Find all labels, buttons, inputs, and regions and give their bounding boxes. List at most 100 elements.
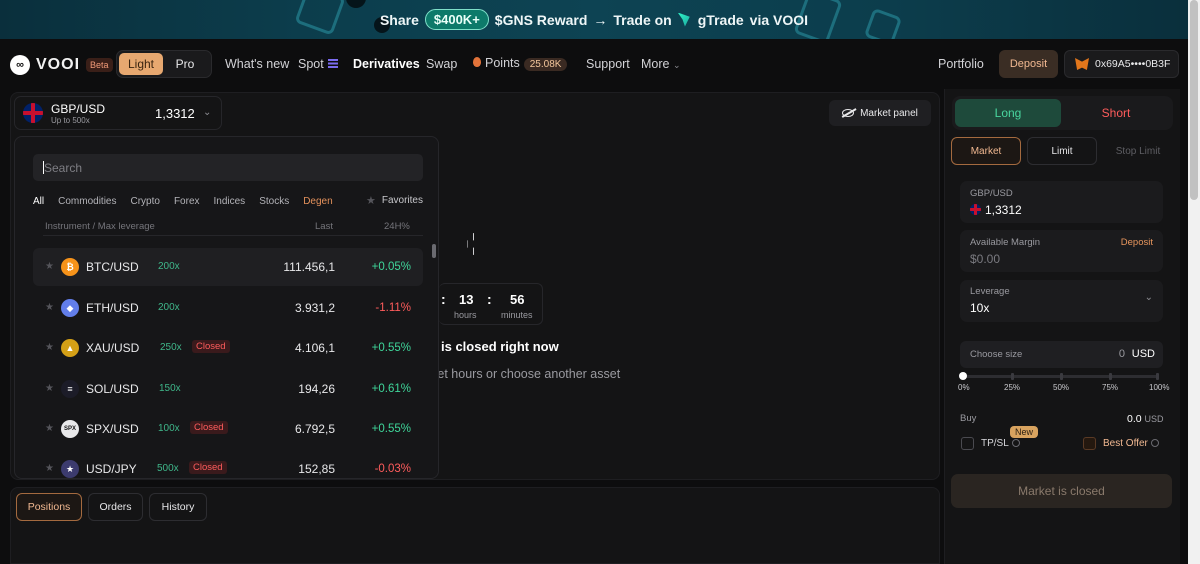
favorite-star-icon[interactable]: ★	[45, 423, 54, 434]
leverage-value: 10x	[970, 301, 990, 315]
margin-deposit-link[interactable]: Deposit	[1121, 237, 1153, 248]
tpsl-option[interactable]: TP/SL	[981, 438, 1020, 449]
tpsl-checkbox[interactable]	[961, 437, 974, 450]
gold-icon: ▲	[61, 339, 79, 357]
pair-subtitle: Up to 500x	[51, 115, 90, 125]
instrument-symbol: ETH/USD	[86, 301, 139, 315]
mode-light-button[interactable]: Light	[119, 53, 163, 75]
slider-handle[interactable]	[959, 372, 967, 380]
nav-points[interactable]: Points 25.08K	[473, 56, 568, 71]
mode-pro-button[interactable]: Pro	[163, 53, 207, 75]
long-button[interactable]: Long	[955, 99, 1061, 127]
market-closed-subtitle: rket hours or choose another asset	[427, 367, 621, 381]
nav-more[interactable]: More ⌄	[641, 57, 681, 71]
header-instrument: Instrument / Max leverage	[45, 221, 155, 232]
market-panel-button[interactable]: Market panel	[829, 100, 931, 126]
banner-share: Share	[379, 11, 419, 28]
best-offer-option[interactable]: Best Offer	[1103, 438, 1159, 449]
filter-stocks[interactable]: Stocks	[259, 196, 289, 207]
leverage-select[interactable]: Leverage 10x ⌄	[960, 280, 1163, 322]
nav-whats-new[interactable]: What's new	[225, 57, 289, 71]
order-type-stop-limit[interactable]: Stop Limit	[1103, 137, 1173, 165]
tab-positions[interactable]: Positions	[16, 493, 82, 521]
pair-info-price-value: 1,3312	[985, 203, 1022, 217]
wallet-button[interactable]: 0x69A5••••0B3F	[1064, 50, 1179, 78]
slider-tick	[1156, 373, 1159, 380]
chevron-down-icon: ⌄	[672, 60, 681, 70]
slider-label-100[interactable]: 100%	[1149, 383, 1169, 392]
short-button[interactable]: Short	[1062, 99, 1170, 127]
instrument-last: 111.456,1	[283, 260, 335, 274]
favorite-star-icon[interactable]: ★	[45, 342, 54, 353]
nav-portfolio[interactable]: Portfolio	[938, 57, 984, 71]
tab-history[interactable]: History	[149, 493, 207, 521]
brand-logo[interactable]: ∞ VOOI Beta	[10, 55, 113, 75]
closed-badge: Closed	[189, 461, 227, 474]
filter-indices[interactable]: Indices	[214, 196, 246, 207]
solana-icon: ≡	[61, 380, 79, 398]
slider-label-75[interactable]: 75%	[1102, 383, 1118, 392]
nav-derivatives[interactable]: Derivatives	[353, 57, 420, 71]
instrument-leverage: 200x	[158, 261, 180, 272]
search-field[interactable]	[33, 154, 423, 181]
favorite-star-icon[interactable]: ★	[45, 383, 54, 394]
nav-support[interactable]: Support	[586, 57, 630, 71]
filter-favorites[interactable]: ★ Favorites	[366, 194, 423, 207]
size-slider[interactable]	[959, 372, 1159, 380]
instrument-row[interactable]: ★ ▲ XAU/USD 250x Closed 4.106,1 +0.55%	[33, 329, 423, 367]
favorite-star-icon[interactable]: ★	[45, 463, 54, 474]
instrument-row[interactable]: ★ ≡ SOL/USD 150x 194,26 +0.61%	[33, 370, 423, 408]
instrument-row[interactable]: ★ ★ USD/JPY 500x Closed 152,85 -0.03%	[33, 450, 423, 478]
countdown-hours: 13	[459, 292, 474, 307]
scrollbar-thumb[interactable]	[1190, 0, 1198, 200]
instrument-row[interactable]: ★ ₿ BTC/USD 200x 111.456,1 +0.05%	[33, 248, 423, 286]
filter-degen[interactable]: Degen	[303, 196, 332, 207]
filter-forex[interactable]: Forex	[174, 196, 200, 207]
bitcoin-icon: ₿	[61, 258, 79, 276]
pair-info-price: 1,3312	[970, 203, 1022, 217]
pair-price: 1,3312	[155, 106, 195, 121]
closed-badge: Closed	[190, 421, 228, 434]
flame-icon	[473, 57, 481, 67]
instrument-row[interactable]: ★ ◆ ETH/USD 200x 3.931,2 -1.11%	[33, 289, 423, 327]
filter-all[interactable]: All	[33, 196, 44, 207]
pair-selector[interactable]: GBP/USD Up to 500x 1,3312 ⌄	[14, 96, 222, 130]
instrument-change: -1.11%	[375, 302, 411, 314]
favorite-star-icon[interactable]: ★	[45, 261, 54, 272]
size-value: 0	[1118, 348, 1125, 360]
gtrade-logo-icon	[677, 12, 690, 27]
slider-label-50[interactable]: 50%	[1053, 383, 1069, 392]
best-offer-checkbox[interactable]	[1083, 437, 1096, 450]
countdown-separator: :	[441, 291, 446, 307]
favorite-star-icon[interactable]: ★	[45, 302, 54, 313]
nav-more-label: More	[641, 57, 670, 71]
info-icon	[1150, 439, 1159, 447]
order-type-market[interactable]: Market	[951, 137, 1021, 165]
slider-label-0[interactable]: 0%	[958, 383, 970, 392]
nav-spot[interactable]: Spot	[298, 57, 338, 71]
nav-swap[interactable]: Swap	[426, 57, 457, 71]
list-scrollbar[interactable]	[432, 244, 436, 258]
instrument-row[interactable]: ★ SPX SPX/USD 100x Closed 6.792,5 +0.55%	[33, 410, 423, 448]
promo-banner[interactable]: Share $400K+ $GNS Reward → Trade on gTra…	[0, 0, 1188, 39]
market-panel-label: Market panel	[860, 107, 918, 119]
filter-crypto[interactable]: Crypto	[130, 196, 159, 207]
filter-commodities[interactable]: Commodities	[58, 196, 116, 207]
size-input[interactable]: Choose size 0 USD	[960, 341, 1163, 368]
wallet-address: 0x69A5••••0B3F	[1095, 58, 1171, 70]
instrument-change: +0.61%	[371, 383, 411, 395]
order-type-limit[interactable]: Limit	[1027, 137, 1097, 165]
deposit-button[interactable]: Deposit	[999, 50, 1058, 78]
tab-orders[interactable]: Orders	[88, 493, 143, 521]
search-input[interactable]	[44, 160, 404, 175]
uk-flag-icon	[23, 103, 43, 123]
buy-value: 0.0	[1127, 413, 1142, 425]
page-scrollbar[interactable]	[1188, 0, 1200, 564]
buy-amount: 0.0 USD	[1127, 413, 1164, 425]
submit-order-button[interactable]: Market is closed	[951, 474, 1172, 508]
spx-icon: SPX	[61, 420, 79, 438]
instrument-leverage: 150x	[159, 383, 181, 394]
slider-label-25[interactable]: 25%	[1004, 383, 1020, 392]
market-closed-title: is closed right now	[441, 339, 559, 354]
instrument-symbol: SOL/USD	[86, 382, 139, 396]
